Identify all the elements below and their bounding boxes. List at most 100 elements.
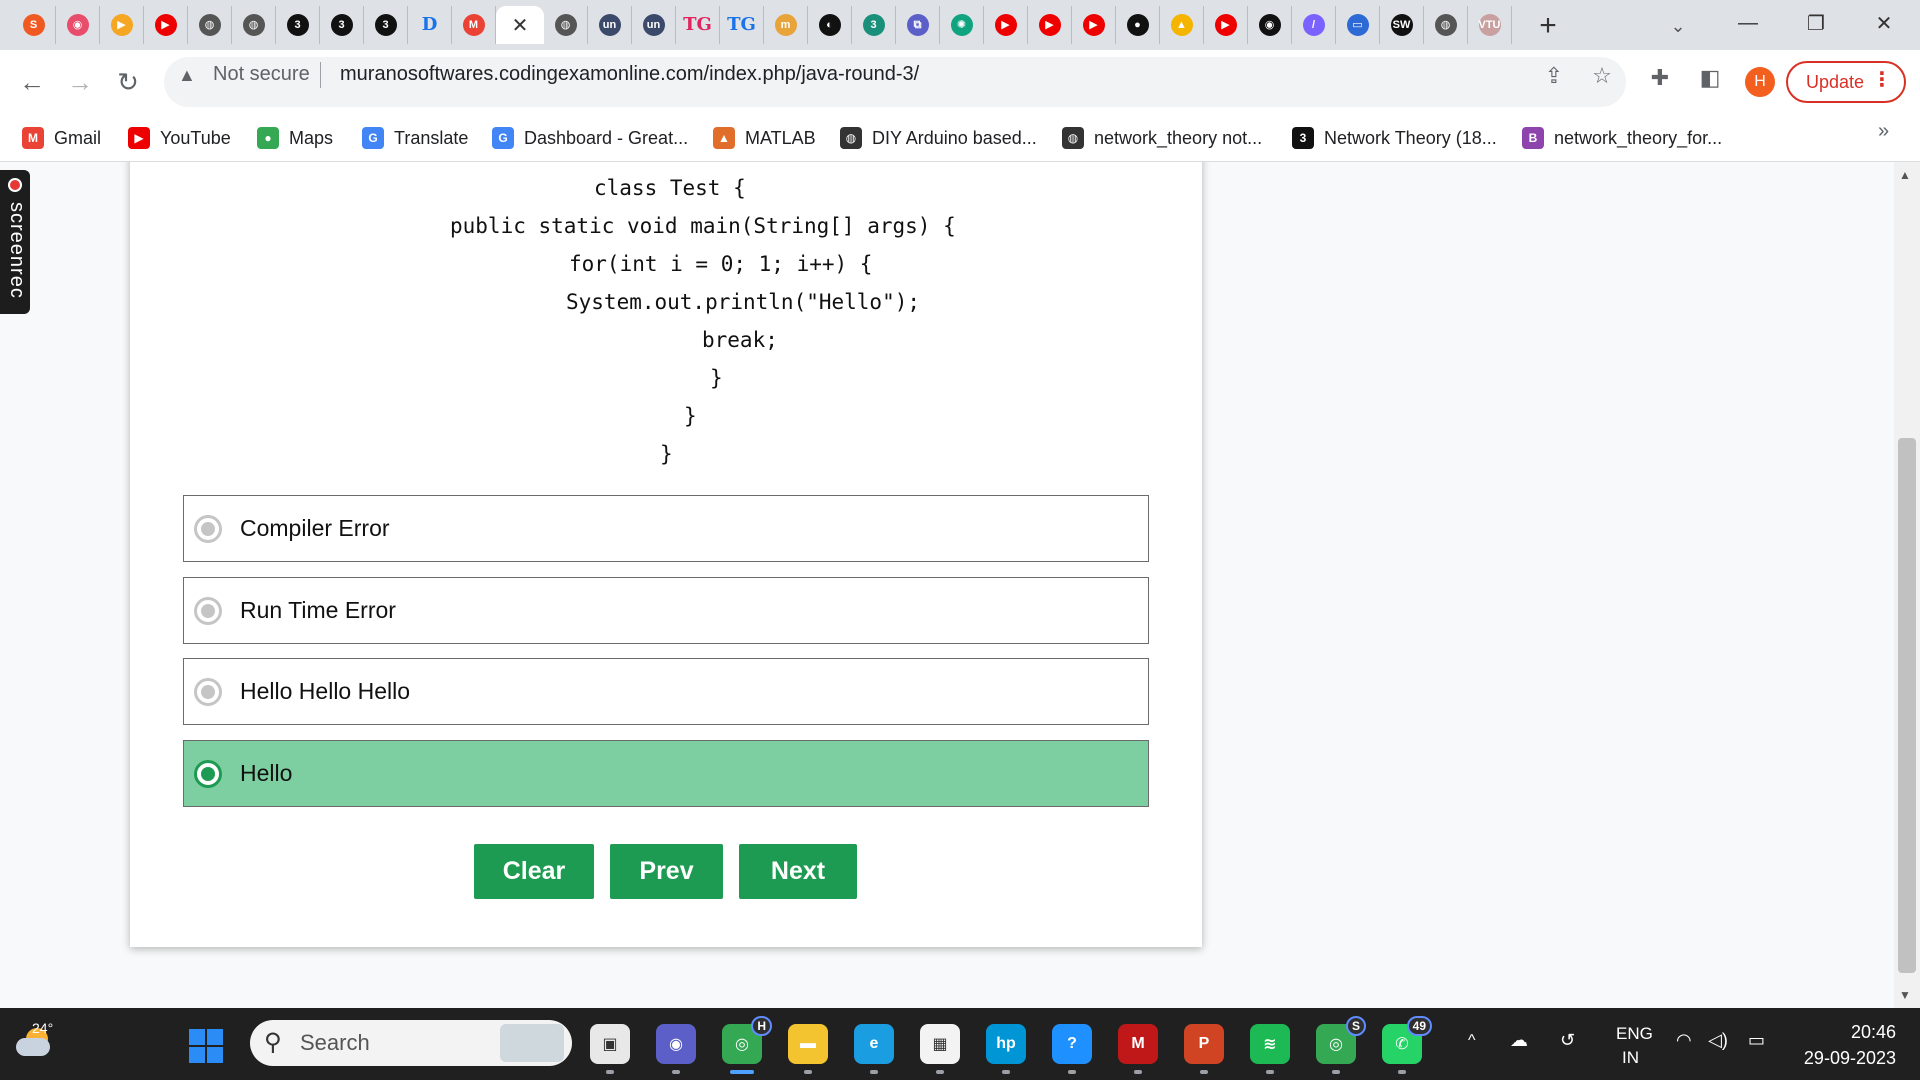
share-icon[interactable]: ⇪ [1540, 62, 1568, 90]
bookmark-item[interactable]: Bnetwork_theory_for... [1522, 124, 1722, 152]
volume-icon[interactable]: ◁) [1708, 1030, 1728, 1051]
restore-icon[interactable]: ❐ [1786, 4, 1846, 42]
scrollbar-thumb[interactable] [1898, 438, 1916, 973]
edge-icon[interactable]: e [854, 1024, 894, 1074]
radio-button[interactable] [194, 596, 222, 625]
bookmark-item[interactable]: G Translate [362, 124, 468, 152]
browser-tab[interactable]: M [452, 6, 496, 44]
browser-tab[interactable]: ▭ [1336, 6, 1380, 44]
next-button[interactable]: Next [739, 844, 857, 899]
browser-tab[interactable]: TG [676, 6, 720, 44]
browser-tab[interactable]: ▶ [1072, 6, 1116, 44]
bookmark-item[interactable]: ▶ YouTube [128, 124, 231, 152]
not-secure-label[interactable]: Not secure [213, 63, 310, 86]
more-bookmarks-chevron-icon[interactable]: » [1878, 120, 1889, 143]
browser-tab[interactable]: 3 [276, 6, 320, 44]
url-text[interactable]: muranosoftwares.codingexamonline.com/ind… [340, 63, 919, 86]
browser-tab[interactable]: VTU [1468, 6, 1512, 44]
browser-tab[interactable]: / [1292, 6, 1336, 44]
bookmark-item[interactable]: ● Maps [257, 124, 333, 152]
side-panel-icon[interactable]: ◧ [1694, 62, 1726, 94]
browser-tab[interactable]: ▶ [984, 6, 1028, 44]
store-icon[interactable]: ▦ [920, 1024, 960, 1074]
browser-tab[interactable]: D [408, 6, 452, 44]
spotify-icon[interactable]: ≋ [1250, 1024, 1290, 1074]
minimize-icon[interactable]: — [1718, 4, 1778, 42]
option-hello[interactable]: Hello [183, 740, 1149, 807]
new-tab-plus-icon[interactable]: + [1528, 8, 1568, 44]
tray-overflow-chevron-icon[interactable]: ^ [1468, 1032, 1476, 1050]
onedrive-cloud-icon[interactable]: ☁ [1510, 1030, 1528, 1051]
radio-button[interactable] [194, 677, 222, 706]
browser-tab[interactable]: ◍ [232, 6, 276, 44]
browser-tab[interactable]: TG [720, 6, 764, 44]
browser-tab[interactable]: ▶ [100, 6, 144, 44]
radio-button[interactable] [194, 514, 222, 543]
option-hello-hello-hello[interactable]: Hello Hello Hello [183, 658, 1149, 725]
forward-arrow-icon[interactable]: → [60, 62, 100, 102]
meet-icon[interactable]: ◉ [656, 1024, 696, 1074]
browser-tab[interactable]: 3 [364, 6, 408, 44]
screenrec-widget[interactable]: screenrec [0, 170, 30, 314]
powerpoint-icon[interactable]: P [1184, 1024, 1224, 1074]
clock-time[interactable]: 20:46 [1826, 1022, 1896, 1043]
browser-tab[interactable]: S [12, 6, 56, 44]
browser-tab[interactable]: ▶ [1204, 6, 1248, 44]
browser-tab[interactable]: ◍ [1424, 6, 1468, 44]
region-label[interactable]: IN [1622, 1048, 1639, 1068]
browser-tab[interactable]: ⧉ [896, 6, 940, 44]
browser-tab[interactable]: 3 [320, 6, 364, 44]
help-icon[interactable]: ? [1052, 1024, 1092, 1074]
close-icon[interactable]: ✕ [512, 13, 529, 38]
prev-button[interactable]: Prev [610, 844, 723, 899]
warning-triangle-icon[interactable]: ▲ [178, 65, 196, 86]
bookmark-item[interactable]: 3 Network Theory (18... [1292, 124, 1497, 152]
update-button[interactable]: Update ⋮ [1786, 61, 1906, 103]
bookmark-item[interactable]: ▲ MATLAB [713, 124, 816, 152]
browser-tab[interactable]: ◍ [188, 6, 232, 44]
browser-tab[interactable]: ✕ [496, 6, 544, 44]
browser-tab[interactable]: ▲ [1160, 6, 1204, 44]
myhp-icon[interactable]: hp [986, 1024, 1026, 1074]
bookmark-star-icon[interactable]: ☆ [1588, 62, 1616, 90]
task-view-icon[interactable]: ▣ [590, 1024, 630, 1074]
close-window-icon[interactable]: ✕ [1854, 4, 1914, 42]
language-label[interactable]: ENG [1616, 1024, 1653, 1044]
windows-start-icon[interactable] [189, 1029, 223, 1063]
bookmark-item[interactable]: ◍ network_theory not... [1062, 124, 1262, 152]
scroll-up-arrow-icon[interactable]: ▲ [1899, 168, 1911, 182]
browser-tab[interactable]: ◉ [1248, 6, 1292, 44]
bookmark-item[interactable]: M Gmail [22, 124, 101, 152]
mcafee-icon[interactable]: M [1118, 1024, 1158, 1074]
browser-tab[interactable]: ◍ [544, 6, 588, 44]
browser-tab[interactable]: ▶ [144, 6, 188, 44]
sync-icon[interactable]: ↺ [1560, 1030, 1575, 1051]
scroll-down-arrow-icon[interactable]: ▼ [1899, 988, 1911, 1002]
profile-avatar[interactable]: H [1745, 67, 1775, 97]
battery-icon[interactable]: ▭ [1748, 1030, 1765, 1051]
back-arrow-icon[interactable]: ← [12, 62, 52, 102]
browser-tab[interactable]: SW [1380, 6, 1424, 44]
browser-tab[interactable]: m [764, 6, 808, 44]
browser-tab[interactable]: ● [1116, 6, 1160, 44]
browser-tab[interactable]: 3 [852, 6, 896, 44]
radio-button-selected[interactable] [194, 759, 222, 788]
folder-icon[interactable]: ▬ [788, 1024, 828, 1074]
browser-tab[interactable]: ◐ [808, 6, 852, 44]
browser-tab[interactable]: ▶ [1028, 6, 1072, 44]
extensions-puzzle-icon[interactable]: ✚ [1644, 62, 1676, 94]
tab-search-chevron-icon[interactable]: ⌄ [1660, 8, 1696, 44]
chrome-icon[interactable]: ◎ H [722, 1016, 772, 1074]
reload-icon[interactable]: ↻ [108, 62, 148, 102]
option-run-time-error[interactable]: Run Time Error [183, 577, 1149, 644]
wifi-icon[interactable]: ◠ [1676, 1030, 1692, 1051]
clear-button[interactable]: Clear [474, 844, 594, 899]
option-compiler-error[interactable]: Compiler Error [183, 495, 1149, 562]
clock-date[interactable]: 29-09-2023 [1796, 1048, 1896, 1069]
bookmark-item[interactable]: ◍ DIY Arduino based... [840, 124, 1037, 152]
browser-tab[interactable]: ✺ [940, 6, 984, 44]
whatsapp-icon[interactable]: ✆ 49 [1382, 1016, 1432, 1074]
browser-tab[interactable]: ◉ [56, 6, 100, 44]
chrome-icon[interactable]: ◎ S [1316, 1016, 1366, 1074]
browser-tab[interactable]: un [632, 6, 676, 44]
